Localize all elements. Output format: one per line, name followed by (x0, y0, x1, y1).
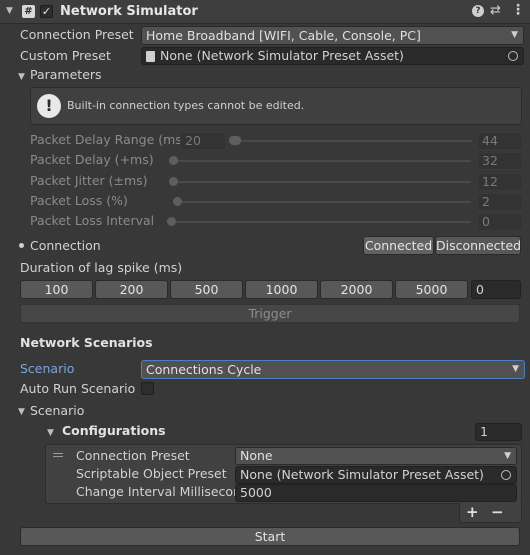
trigger-button: Trigger (20, 304, 520, 323)
packet-jitter-slider-knob (169, 177, 178, 186)
scenario-dropdown-value: Connections Cycle (146, 362, 262, 377)
help-box-message: Built-in connection types cannot be edit… (67, 99, 305, 112)
foldout-arrow-icon[interactable]: ▼ (6, 6, 13, 16)
packet-delay-label: Packet Delay (+ms) (30, 152, 154, 167)
parameters-foldout-icon[interactable]: ▼ (18, 72, 25, 82)
connection-preset-dropdown[interactable]: Home Broadband [WIFI, Cable, Console, PC… (141, 26, 524, 45)
auto-run-checkbox[interactable] (141, 382, 154, 395)
lag-5000-button[interactable]: 5000 (395, 280, 468, 299)
custom-preset-label: Custom Preset (20, 48, 111, 63)
packet-loss-interval-slider-knob (167, 217, 176, 226)
change-interval-label: Change Interval Millisecond (76, 484, 249, 499)
chevron-down-icon: ▼ (504, 451, 511, 461)
connection-preset-value: Home Broadband [WIFI, Cable, Console, PC… (146, 28, 421, 43)
start-button[interactable]: Start (20, 527, 520, 546)
chevron-down-icon: ▼ (512, 364, 519, 374)
component-title: Network Simulator (60, 4, 198, 19)
lag-2000-button[interactable]: 2000 (320, 280, 393, 299)
auto-run-label: Auto Run Scenario (20, 381, 136, 396)
add-element-button[interactable]: + (466, 503, 479, 521)
connection-preset-label: Connection Preset (20, 27, 134, 42)
object-picker-icon[interactable] (508, 51, 518, 61)
connected-button[interactable]: Connected (363, 236, 434, 255)
help-box: ! Built-in connection types cannot be ed… (30, 87, 522, 125)
object-picker-icon[interactable] (501, 470, 511, 480)
chevron-down-icon: ▼ (511, 30, 518, 40)
status-dot-icon (19, 243, 24, 248)
disconnected-button[interactable]: Disconnected (435, 236, 521, 255)
scriptable-object-preset-label: Scriptable Object Preset (76, 466, 227, 481)
lag-100-button[interactable]: 100 (20, 280, 93, 299)
lag-1000-button[interactable]: 1000 (245, 280, 318, 299)
configurations-count-field[interactable]: 1 (475, 423, 522, 441)
script-icon: # (22, 5, 35, 18)
packet-loss-interval-label: Packet Loss Interval (30, 213, 155, 228)
custom-preset-field[interactable]: None (Network Simulator Preset Asset) (141, 47, 524, 65)
packet-jitter-slider-track (173, 181, 471, 183)
packet-delay-range-min-field: 20 (180, 132, 226, 150)
scenario-fold-label: Scenario (30, 403, 85, 418)
custom-preset-value: None (Network Simulator Preset Asset) (160, 48, 404, 63)
packet-jitter-label: Packet Jitter (±ms) (30, 173, 148, 188)
configurations-foldout-icon[interactable]: ▼ (47, 428, 54, 438)
packet-loss-interval-slider-track (173, 221, 471, 223)
scenario-foldout-icon[interactable]: ▼ (18, 407, 25, 417)
packet-loss-slider-knob (173, 197, 182, 206)
lag-spike-label: Duration of lag spike (ms) (20, 260, 183, 275)
drag-handle-icon[interactable] (53, 453, 63, 454)
scriptable-object-preset-value: None (Network Simulator Preset Asset) (240, 467, 484, 482)
range-slider-handle (229, 136, 241, 145)
configurations-title: Configurations (62, 423, 166, 438)
scenario-label: Scenario (20, 361, 75, 376)
packet-delay-range-max-field: 44 (477, 132, 523, 150)
config-connection-preset-value: None (240, 448, 273, 463)
packet-loss-slider-track (173, 201, 471, 203)
lag-500-button[interactable]: 500 (170, 280, 243, 299)
component-header: ▼ # ✓ Network Simulator ? ⇄ ⋮ (0, 0, 530, 24)
asset-icon (146, 51, 155, 62)
remove-element-button[interactable]: − (491, 503, 504, 521)
list-footer: + − (459, 503, 522, 523)
network-scenarios-title: Network Scenarios (20, 335, 153, 350)
scriptable-object-preset-field[interactable]: None (Network Simulator Preset Asset) (235, 466, 517, 484)
packet-delay-range-label: Packet Delay Range (ms) (30, 132, 187, 147)
scenario-dropdown[interactable]: Connections Cycle ▼ (141, 360, 525, 379)
enabled-checkbox[interactable]: ✓ (40, 5, 53, 18)
parameters-title: Parameters (30, 67, 102, 82)
packet-delay-slider-track (173, 160, 471, 162)
change-interval-field[interactable]: 5000 (235, 484, 517, 502)
config-connection-preset-label: Connection Preset (76, 448, 190, 463)
help-icon[interactable]: ? (472, 5, 484, 17)
lag-200-button[interactable]: 200 (95, 280, 168, 299)
warning-icon: ! (37, 94, 61, 118)
packet-delay-field: 32 (477, 152, 523, 170)
packet-delay-slider-knob (169, 156, 178, 165)
packet-delay-range-slider (238, 140, 472, 142)
packet-loss-field: 2 (477, 193, 523, 211)
packet-jitter-field: 12 (477, 173, 523, 191)
packet-loss-label: Packet Loss (%) (30, 193, 128, 208)
config-connection-preset-dropdown[interactable]: None ▼ (235, 447, 517, 465)
lag-duration-field[interactable]: 0 (471, 280, 521, 299)
packet-loss-interval-field: 0 (477, 213, 523, 231)
preset-settings-icon[interactable]: ⇄ (490, 3, 501, 18)
connection-label: Connection (30, 238, 101, 253)
more-options-icon[interactable]: ⋮ (511, 2, 525, 18)
